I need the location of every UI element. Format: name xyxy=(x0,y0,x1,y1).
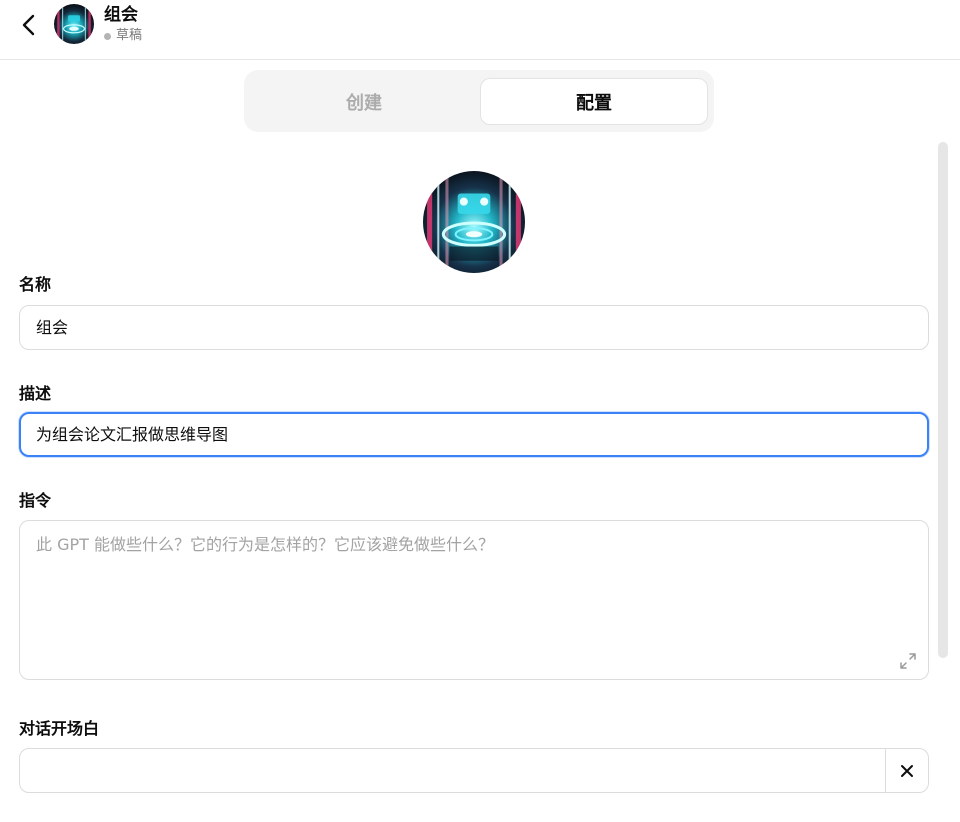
scrollbar-thumb[interactable] xyxy=(938,142,948,658)
instructions-placeholder: 此 GPT 能做些什么？它的行为是怎样的？它应该避免做些什么？ xyxy=(36,535,494,554)
remove-starter-button[interactable] xyxy=(886,749,928,792)
tab-create[interactable]: 创建 xyxy=(250,78,478,125)
draft-status: 草稿 xyxy=(104,28,142,44)
expand-icon[interactable] xyxy=(899,652,917,670)
chevron-left-icon xyxy=(22,14,35,36)
instructions-label: 指令 xyxy=(19,491,52,510)
scrollbar[interactable] xyxy=(936,140,950,660)
conversation-starters-label: 对话开场白 xyxy=(19,719,100,738)
conversation-starter-row xyxy=(19,748,929,793)
gpt-avatar-upload[interactable] xyxy=(423,171,525,273)
description-input[interactable]: 为组会论文汇报做思维导图 xyxy=(19,412,929,457)
tab-configure[interactable]: 配置 xyxy=(480,78,708,125)
gpt-title: 组会 xyxy=(104,5,138,25)
conversation-starter-input[interactable] xyxy=(20,749,885,792)
description-label: 描述 xyxy=(19,384,52,403)
name-label: 名称 xyxy=(19,275,52,294)
status-dot xyxy=(104,32,111,40)
status-label: 草稿 xyxy=(116,28,143,43)
back-button[interactable] xyxy=(14,10,44,40)
gpt-avatar-small xyxy=(54,4,94,44)
mode-tabs: 创建 配置 xyxy=(244,70,714,132)
top-bar: 组会 草稿 xyxy=(0,0,960,60)
instructions-textarea[interactable]: 此 GPT 能做些什么？它的行为是怎样的？它应该避免做些什么？ xyxy=(19,520,929,680)
close-icon xyxy=(901,764,913,777)
name-input[interactable]: 组会 xyxy=(19,305,929,350)
